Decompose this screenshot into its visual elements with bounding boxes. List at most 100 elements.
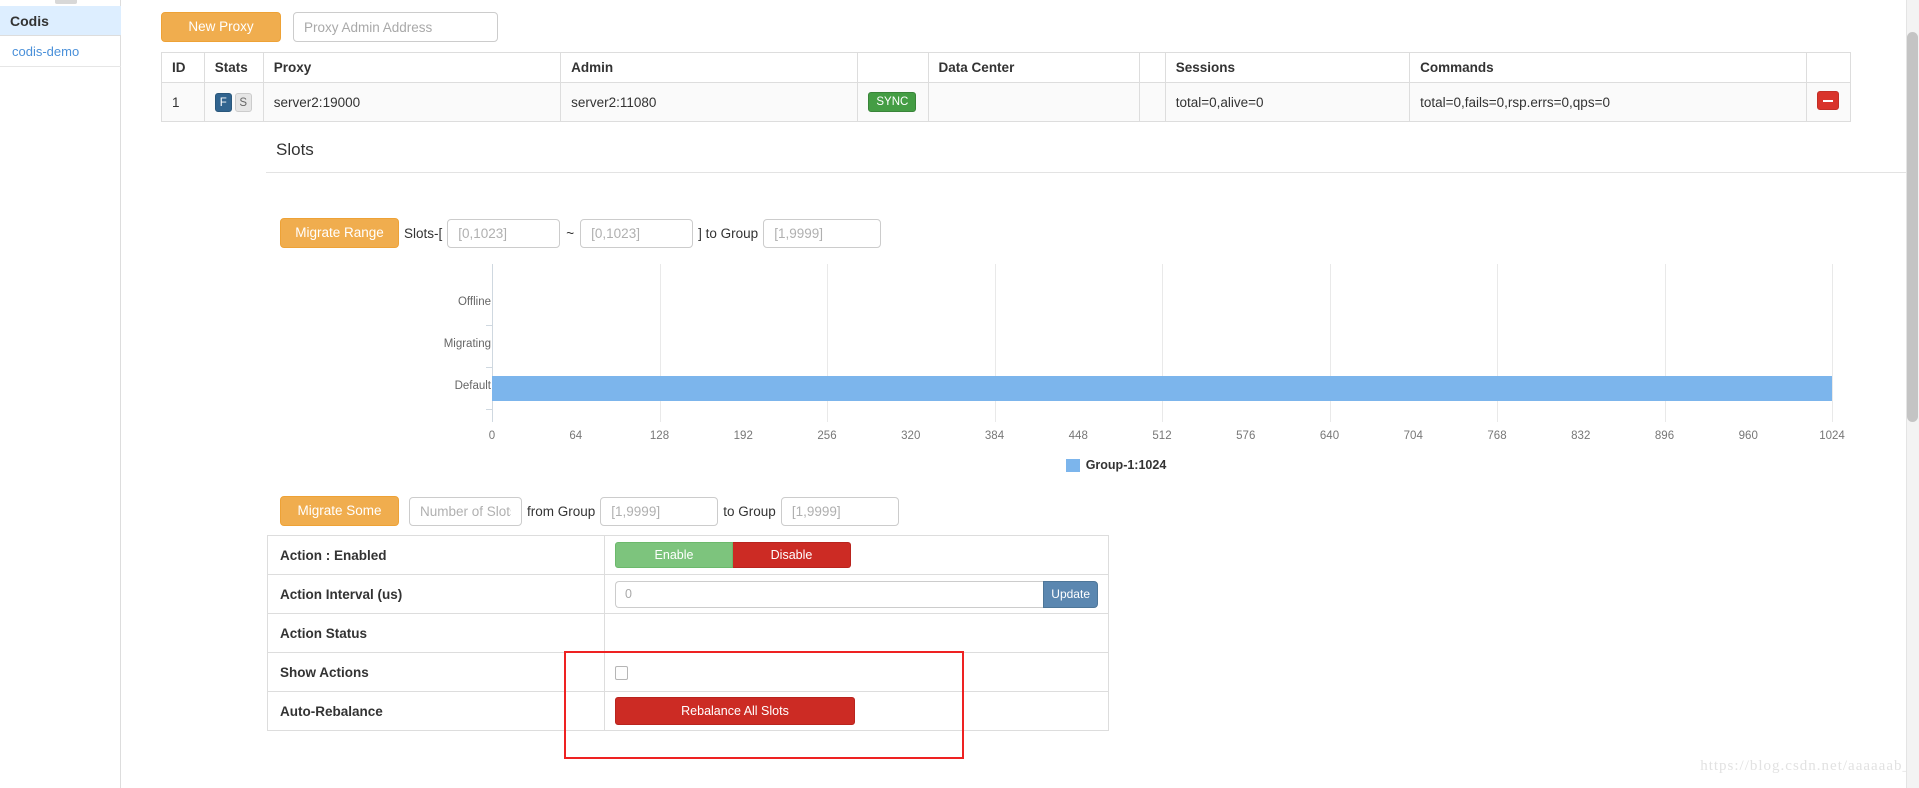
disable-button[interactable]: Disable bbox=[733, 542, 851, 568]
migrate-range-group-input[interactable] bbox=[763, 218, 882, 248]
chart-y-tick bbox=[486, 367, 492, 368]
stats-front-badge[interactable]: F bbox=[214, 92, 232, 112]
header-commands: Commands bbox=[1409, 52, 1808, 83]
legend-swatch-group-1 bbox=[1065, 458, 1080, 472]
migrate-some-count-input[interactable] bbox=[409, 496, 522, 526]
settings-row-action-enabled: Action : Enabled Enable Disable bbox=[267, 535, 1109, 575]
cell-blank bbox=[1139, 82, 1166, 122]
action-toggle-group: Enable Disable bbox=[615, 542, 851, 568]
stats-stats-badge[interactable]: S bbox=[234, 92, 252, 112]
proxy-table-header-row: ID Stats Proxy Admin Data Center Session… bbox=[161, 52, 1851, 83]
action-interval-input[interactable] bbox=[615, 580, 1044, 608]
label-action-status: Action Status bbox=[267, 613, 605, 653]
settings-table: Action : Enabled Enable Disable Action I… bbox=[267, 535, 1109, 731]
chart-y-tick bbox=[486, 409, 492, 410]
migrate-range-prefix-label: Slots-[ bbox=[404, 225, 443, 241]
slots-divider bbox=[266, 172, 1919, 173]
sidebar-item-codis-demo[interactable]: codis-demo bbox=[0, 37, 121, 67]
main-content: New Proxy ID Stats Proxy Admin Data Cent… bbox=[121, 0, 1919, 788]
chart-x-tick-label: 0 bbox=[488, 430, 496, 442]
cell-commands: total=0,fails=0,rsp.errs=0,qps=0 bbox=[1409, 82, 1808, 122]
header-sessions: Sessions bbox=[1164, 52, 1411, 83]
slots-distribution-chart: Offline Migrating Default 0 64 128 192 256 320 38… bbox=[266, 262, 1919, 472]
chart-legend: Group-1:1024 bbox=[266, 458, 1919, 472]
settings-row-show-actions: Show Actions bbox=[267, 652, 1109, 692]
chart-x-tick-label: 320 bbox=[901, 430, 921, 442]
cell-data-center bbox=[927, 82, 1141, 122]
cell-proxy: server2:19000 bbox=[262, 82, 562, 122]
header-blank bbox=[1139, 52, 1166, 83]
chart-x-tick-label: 768 bbox=[1487, 430, 1507, 442]
sidebar: Codis codis-demo bbox=[0, 0, 121, 788]
migrate-some-to-input[interactable] bbox=[780, 496, 899, 526]
proxy-toolbar: New Proxy bbox=[161, 12, 498, 43]
remove-proxy-button[interactable] bbox=[1817, 91, 1840, 110]
header-proxy: Proxy bbox=[262, 52, 562, 83]
chart-bar[interactable] bbox=[492, 376, 1832, 401]
new-proxy-button[interactable]: New Proxy bbox=[161, 12, 281, 43]
chart-x-tick-label: 256 bbox=[817, 430, 837, 442]
show-actions-checkbox[interactable] bbox=[615, 665, 628, 680]
chart-x-tick-label: 384 bbox=[984, 430, 1005, 442]
migrate-some-form: Migrate Some from Group to Group bbox=[280, 496, 899, 527]
sync-badge[interactable]: SYNC bbox=[868, 92, 917, 112]
proxy-admin-address-input[interactable] bbox=[293, 12, 498, 43]
chart-x-tick-label: 128 bbox=[649, 430, 670, 442]
rebalance-all-slots-button[interactable]: Rebalance All Slots bbox=[615, 697, 855, 725]
header-sync bbox=[857, 52, 929, 83]
enable-button[interactable]: Enable bbox=[615, 542, 733, 568]
sidebar-title: Codis bbox=[0, 6, 121, 36]
migrate-some-to-label: to Group bbox=[723, 503, 776, 519]
label-show-actions: Show Actions bbox=[267, 652, 605, 692]
chart-x-tick-label: 64 bbox=[569, 430, 583, 442]
update-interval-button[interactable]: Update bbox=[1043, 580, 1098, 608]
settings-row-action-interval: Action Interval (us) Update bbox=[267, 574, 1109, 614]
chart-x-tick-label: 512 bbox=[1152, 430, 1172, 442]
codis-dashboard-page: Codis codis-demo New Proxy ID Stats Prox… bbox=[0, 0, 1919, 788]
chart-x-tick-label: 896 bbox=[1654, 430, 1675, 442]
migrate-range-suffix-label: ] to Group bbox=[698, 225, 759, 241]
header-data-center: Data Center bbox=[927, 52, 1141, 83]
migrate-range-form: Migrate Range Slots-[ ~ ] to Group bbox=[280, 218, 882, 249]
header-stats: Stats bbox=[203, 52, 264, 83]
value-action-enabled: Enable Disable bbox=[604, 535, 1109, 575]
chart-x-tick-label: 448 bbox=[1068, 430, 1088, 442]
chart-y-tick bbox=[486, 325, 492, 326]
header-admin: Admin bbox=[560, 52, 859, 83]
chart-x-tick-label: 192 bbox=[733, 430, 753, 442]
action-interval-group: Update bbox=[615, 580, 1098, 608]
value-action-interval: Update bbox=[604, 574, 1109, 614]
migrate-range-button[interactable]: Migrate Range bbox=[280, 218, 399, 249]
slots-section-title: Slots bbox=[276, 140, 314, 159]
chart-y-label: Offline bbox=[457, 296, 491, 308]
page-scrollbar[interactable] bbox=[1906, 0, 1919, 788]
table-row: 1 FS server2:19000 server2:11080 SYNC to… bbox=[161, 82, 1851, 122]
sidebar-top-stub bbox=[55, 0, 77, 4]
settings-row-auto-rebalance: Auto-Rebalance Rebalance All Slots bbox=[267, 691, 1109, 731]
cell-actions bbox=[1806, 82, 1851, 122]
label-action-interval: Action Interval (us) bbox=[267, 574, 605, 614]
cell-sessions: total=0,alive=0 bbox=[1164, 82, 1411, 122]
chart-gridline bbox=[1832, 264, 1833, 422]
chart-x-tick-label: 704 bbox=[1403, 430, 1423, 442]
chart-y-label: Migrating bbox=[443, 338, 491, 350]
header-actions bbox=[1806, 52, 1851, 83]
value-auto-rebalance: Rebalance All Slots bbox=[604, 691, 1109, 731]
cell-sync: SYNC bbox=[857, 82, 929, 122]
watermark-text: https://blog.csdn.net/aaaaaab_ bbox=[1700, 758, 1911, 774]
migrate-range-from-input[interactable] bbox=[447, 218, 561, 248]
value-action-status bbox=[604, 613, 1109, 653]
migrate-some-from-input[interactable] bbox=[600, 496, 719, 526]
chart-x-tick-label: 960 bbox=[1738, 430, 1758, 442]
settings-row-action-status: Action Status bbox=[267, 613, 1109, 653]
migrate-range-to-input[interactable] bbox=[580, 218, 694, 248]
proxy-table: ID Stats Proxy Admin Data Center Session… bbox=[161, 52, 1851, 122]
cell-id: 1 bbox=[161, 82, 205, 122]
label-action-enabled: Action : Enabled bbox=[267, 535, 605, 575]
migrate-some-button[interactable]: Migrate Some bbox=[280, 496, 399, 527]
migrate-range-separator: ~ bbox=[566, 225, 575, 241]
page-scrollbar-thumb[interactable] bbox=[1907, 32, 1918, 422]
chart-x-tick-label: 640 bbox=[1319, 430, 1340, 442]
chart-x-tick-label: 1024 bbox=[1819, 430, 1845, 442]
cell-stats: FS bbox=[203, 82, 264, 122]
